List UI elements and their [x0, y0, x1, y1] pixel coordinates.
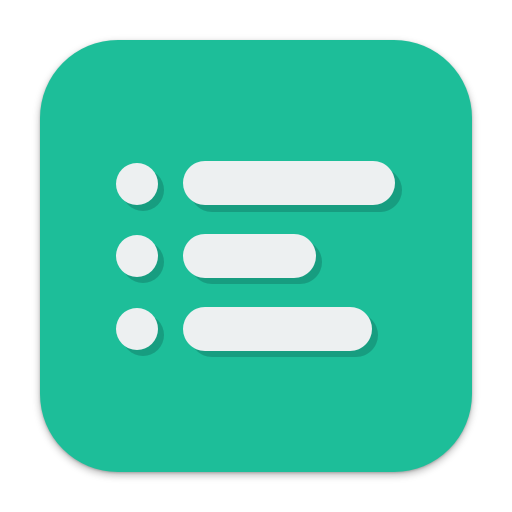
bullet-2: [116, 235, 158, 277]
line-2: [183, 234, 316, 278]
line-1: [183, 161, 395, 205]
list-app-icon[interactable]: [40, 40, 472, 472]
bullet-1: [116, 163, 158, 205]
icon-canvas: [0, 0, 512, 512]
line-3: [183, 307, 372, 351]
list-icon: [116, 161, 402, 357]
bullet-3: [116, 308, 158, 350]
